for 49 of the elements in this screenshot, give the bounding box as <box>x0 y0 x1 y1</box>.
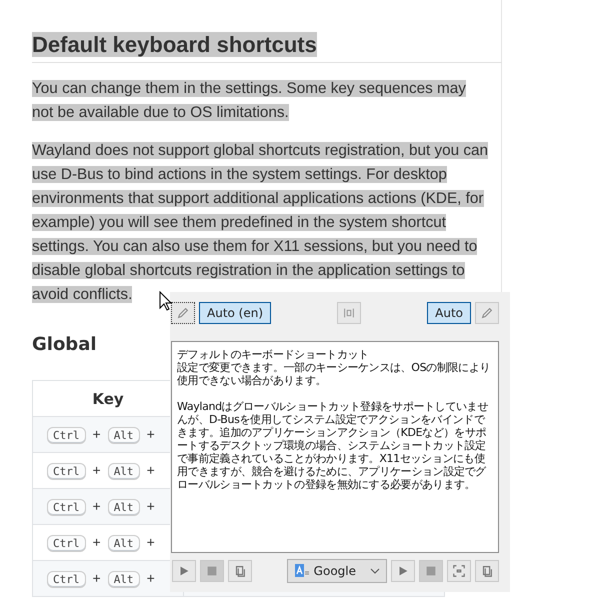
pencil-icon <box>176 306 190 320</box>
copy-button[interactable] <box>228 560 252 582</box>
translation-text: Waylandはグローバルショートカット登録をサポートしていませんが、D-Busを使用してシステム設定でアクションをバインドできます。追加のアプリケーションアクション（KDEなど）をサポートするデスクトップ環境の場合、システムショートカット設定で事前定義されていることがわかります。X11セッションにも使用できますが、競合を避けるために、アプリケーション設定でグローバルショートカットの登録を無効にする必要があります。 <box>177 400 489 491</box>
language-button[interactable]: Auto <box>427 302 471 324</box>
translate-icon <box>294 563 310 579</box>
page-heading: Default keyboard shortcuts <box>32 32 317 57</box>
keyboard-key: Ctrl <box>47 426 86 444</box>
edit-button[interactable] <box>171 302 195 324</box>
stop-icon <box>205 564 219 578</box>
plus-sign: + <box>146 498 155 514</box>
paragraph: Wayland does not support global shortcuts registration, but you can use D-Bus to bind actions in the system settings. For desktop environments that support additional applications actions (KDE, for example) you will see them predefined in the system shortcut settings. You can also use them for X11 sessions, but you need to disable global shortcuts registration in the application settings to avoid conflicts. <box>32 141 490 305</box>
keyboard-key: Alt <box>108 462 140 480</box>
pencil-icon <box>480 306 494 320</box>
swap-icon <box>342 306 356 320</box>
keyboard-key: Ctrl <box>47 498 86 516</box>
plus-sign: + <box>146 462 155 478</box>
keyboard-key: Alt <box>108 498 140 516</box>
copy-button[interactable] <box>475 560 499 582</box>
keyboard-key: Ctrl <box>47 462 86 480</box>
play-button[interactable] <box>172 560 196 582</box>
play-button[interactable] <box>391 560 415 582</box>
engine-dropdown[interactable]: Google <box>286 559 387 583</box>
plus-sign: + <box>92 570 101 586</box>
keyboard-key: Alt <box>108 534 140 552</box>
plus-sign: + <box>146 570 155 586</box>
stop-icon <box>424 564 438 578</box>
translation-text: 設定で変更できます。一部のキーシーケンスは、OSの制限により使用できない場合があります。 <box>177 361 492 387</box>
plus-sign: + <box>92 534 101 550</box>
keyboard-key: Ctrl <box>47 570 86 588</box>
copy-icon <box>480 564 494 578</box>
chevron-icon <box>370 568 380 574</box>
paragraph: You can change them in the settings. Some key sequences may not be available due to OS limitations. <box>32 79 467 123</box>
screen-capture-button[interactable] <box>447 560 471 582</box>
copy-icon <box>233 564 247 578</box>
keyboard-key: Alt <box>108 570 140 588</box>
plus-sign: + <box>146 426 155 442</box>
mouse-cursor-icon <box>159 291 172 311</box>
keyboard-key: Ctrl <box>47 534 86 552</box>
screen-capture-icon <box>452 564 466 578</box>
plus-sign: + <box>92 498 101 514</box>
plus-sign: + <box>146 534 155 550</box>
translation-text: デフォルトのキーボードショートカット <box>177 348 370 361</box>
section-heading: Global <box>32 334 97 355</box>
swap-button[interactable] <box>337 302 362 324</box>
translation-text-area[interactable] <box>171 341 499 553</box>
keyboard-key: Alt <box>108 426 140 444</box>
plus-sign: + <box>92 462 101 478</box>
language-button[interactable]: Auto (en) <box>199 302 272 324</box>
plus-sign: + <box>92 426 101 442</box>
